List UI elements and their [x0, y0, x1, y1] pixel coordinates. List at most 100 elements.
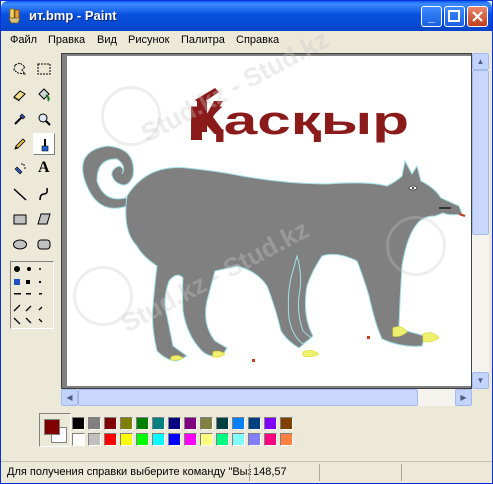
arrow-left-icon: ◀ [66, 393, 73, 402]
palette-swatch[interactable] [232, 433, 245, 446]
canvas-title: Қасқыр [187, 99, 409, 143]
palette-swatch[interactable] [232, 417, 245, 430]
rounded-rect-icon [37, 239, 51, 250]
tool-options[interactable] [10, 261, 54, 329]
cursor-coordinates: 148,57 [253, 466, 287, 478]
menu-edit[interactable]: Правка [48, 34, 85, 46]
vertical-scrollbar[interactable]: ▲ ▼ [472, 53, 489, 389]
palette-swatch[interactable] [280, 433, 293, 446]
scroll-down-button[interactable]: ▼ [472, 372, 489, 389]
palette-swatch[interactable] [248, 433, 261, 446]
status-divider [249, 464, 250, 481]
scroll-up-button[interactable]: ▲ [472, 53, 489, 70]
arrow-right-icon: ▶ [460, 393, 467, 402]
status-divider [401, 464, 402, 481]
palette-swatch[interactable] [136, 433, 149, 446]
window-title: ит.bmp - Paint [29, 8, 117, 23]
rect-select-tool[interactable] [33, 58, 55, 80]
ellipse-icon [13, 239, 27, 250]
rectangle-tool[interactable] [9, 208, 31, 230]
menu-palette[interactable]: Палитра [181, 34, 225, 46]
minimize-icon: _ [427, 9, 436, 24]
polygon-icon [37, 213, 51, 225]
curve-icon [39, 187, 48, 201]
menu-view[interactable]: Вид [97, 34, 117, 46]
free-select-icon [13, 62, 27, 75]
airbrush-tool[interactable] [9, 158, 31, 180]
palette-swatch[interactable] [120, 417, 133, 430]
brush-tool[interactable] [33, 133, 55, 155]
palette-swatch[interactable] [72, 417, 85, 430]
eraser-icon [13, 90, 26, 102]
pencil-icon [14, 138, 26, 150]
palette-swatch[interactable] [120, 433, 133, 446]
drawing-canvas[interactable]: Қасқыр [67, 56, 471, 386]
text-icon: A [38, 159, 50, 176]
palette-swatch[interactable] [264, 433, 277, 446]
palette-swatch[interactable] [152, 417, 165, 430]
pick-color-icon [14, 113, 26, 125]
palette-swatch[interactable] [88, 433, 101, 446]
palette-swatch[interactable] [72, 433, 85, 446]
palette-swatch[interactable] [200, 433, 213, 446]
close-icon [472, 11, 483, 22]
fill-icon [38, 88, 50, 102]
menu-bar: Файл Правка Вид Рисунок Палитра Справка [5, 32, 490, 50]
palette-swatch[interactable] [168, 433, 181, 446]
menu-image[interactable]: Рисунок [128, 34, 170, 46]
palette-swatch[interactable] [264, 417, 277, 430]
palette-swatch[interactable] [248, 417, 261, 430]
scroll-left-button[interactable]: ◀ [61, 389, 78, 406]
minimize-button[interactable]: _ [421, 6, 442, 27]
wolf-drawing: Қасқыр [82, 88, 466, 362]
line-icon [13, 188, 27, 201]
curve-tool[interactable] [33, 183, 55, 205]
palette-swatch[interactable] [168, 417, 181, 430]
rounded-rect-tool[interactable] [33, 233, 55, 255]
pick-color-tool[interactable] [9, 108, 31, 130]
pencil-tool[interactable] [9, 133, 31, 155]
palette-swatch[interactable] [184, 433, 197, 446]
foreground-color [44, 419, 60, 435]
palette-swatch[interactable] [104, 417, 117, 430]
palette-swatch[interactable] [136, 417, 149, 430]
palette-swatch[interactable] [280, 417, 293, 430]
eraser-tool[interactable] [9, 83, 31, 105]
status-divider [319, 464, 320, 481]
status-bar: Для получения справки выберите команду "… [1, 461, 492, 484]
magnifier-icon [38, 113, 51, 126]
scroll-right-button[interactable]: ▶ [455, 389, 472, 406]
magnifier-tool[interactable] [33, 108, 55, 130]
paint-icon [8, 8, 21, 24]
airbrush-icon [14, 163, 26, 175]
text-tool[interactable]: A [33, 158, 55, 180]
menu-help[interactable]: Справка [236, 34, 279, 46]
ellipse-tool[interactable] [9, 233, 31, 255]
palette-swatch[interactable] [104, 433, 117, 446]
toolbox: A [5, 53, 57, 403]
fill-tool[interactable] [33, 83, 55, 105]
arrow-down-icon: ▼ [476, 376, 485, 385]
horizontal-scrollbar[interactable]: ◀ ▶ [61, 389, 472, 406]
vertical-scroll-thumb[interactable] [472, 70, 489, 235]
status-help-text: Для получения справки выберите команду "… [7, 466, 251, 478]
rectangle-icon [13, 214, 27, 225]
horizontal-scroll-thumb[interactable] [78, 389, 418, 406]
menu-file[interactable]: Файл [10, 34, 37, 46]
palette-swatch[interactable] [216, 417, 229, 430]
brush-icon [41, 139, 49, 152]
palette-swatch[interactable] [184, 417, 197, 430]
palette-swatch[interactable] [216, 433, 229, 446]
close-button[interactable] [467, 6, 488, 27]
maximize-button[interactable] [444, 6, 465, 27]
line-tool[interactable] [9, 183, 31, 205]
arrow-up-icon: ▲ [476, 57, 485, 66]
free-select-tool[interactable] [9, 58, 31, 80]
palette-swatch[interactable] [200, 417, 213, 430]
palette-swatch[interactable] [88, 417, 101, 430]
color-palette [39, 413, 339, 449]
title-bar[interactable]: ит.bmp - Paint _ [1, 1, 492, 31]
palette-swatch[interactable] [152, 433, 165, 446]
polygon-tool[interactable] [33, 208, 55, 230]
current-colors [39, 413, 71, 447]
